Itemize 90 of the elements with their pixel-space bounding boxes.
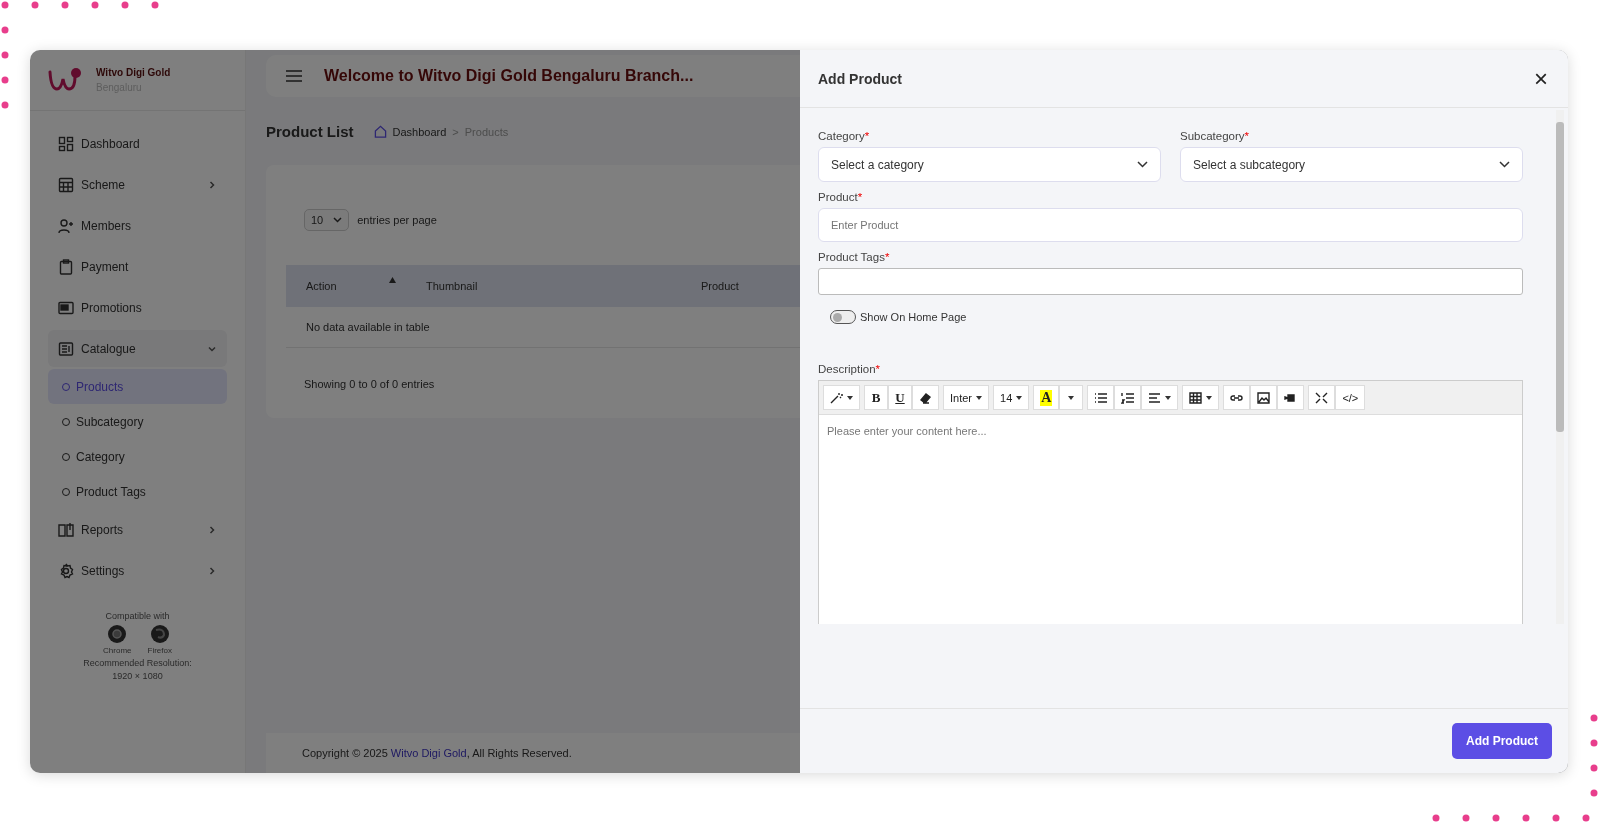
- toolbar-button[interactable]: [1308, 385, 1336, 410]
- product-input[interactable]: Enter Product: [818, 208, 1523, 242]
- fullscreen-icon: [1315, 391, 1329, 404]
- toolbar-button[interactable]: [1250, 385, 1278, 410]
- toolbar-button[interactable]: A: [1033, 385, 1060, 410]
- table-info: Showing 0 to 0 of 0 entries: [303, 377, 436, 390]
- submenu-item[interactable]: Category: [48, 439, 227, 474]
- toolbar-button[interactable]: U: [888, 385, 912, 410]
- menu-group[interactable]: Reports: [48, 509, 227, 550]
- screen-icon: [58, 299, 74, 316]
- chevron-icon: [1499, 161, 1510, 168]
- add-product-button[interactable]: Add Product: [1452, 723, 1552, 759]
- brand-name: Witvo Digi Gold: [96, 67, 171, 78]
- menu-group[interactable]: Settings: [48, 550, 227, 591]
- submenu-item[interactable]: Subcategory: [48, 404, 227, 439]
- grid-icon: [58, 135, 74, 152]
- page-title: Product List: [266, 123, 354, 140]
- ring-logo-icon: [107, 624, 128, 644]
- page-size-label: entries per page: [357, 214, 437, 226]
- breadcrumb-separator: >: [452, 125, 459, 138]
- close-button[interactable]: ×: [1532, 66, 1550, 91]
- toolbar-button[interactable]: Inter: [943, 385, 989, 410]
- ul-icon: [1094, 391, 1108, 404]
- chevron-icon: [207, 524, 217, 535]
- drawer-title: Add Product: [818, 70, 902, 87]
- toolbar-button[interactable]: [1141, 385, 1179, 410]
- toolbar-button[interactable]: </>: [1335, 385, 1366, 410]
- toolbar-button[interactable]: 14: [993, 385, 1030, 410]
- company-link[interactable]: Witvo Digi Gold: [390, 747, 467, 759]
- swirl-logo-icon: [149, 624, 170, 644]
- menu-item[interactable]: Promotions: [48, 287, 227, 328]
- resolution-value: 1920 × 1080: [112, 671, 163, 681]
- ol-icon: [1121, 391, 1135, 404]
- clip-icon: [58, 258, 74, 275]
- welcome-title: Welcome to Witvo Digi Gold Bengaluru Branch...: [324, 67, 694, 85]
- picture-icon: [1257, 391, 1271, 404]
- menu-icon[interactable]: [286, 70, 302, 82]
- toggle-switch[interactable]: [830, 310, 856, 324]
- menu-group[interactable]: Scheme: [48, 164, 227, 205]
- logo-icon: [48, 67, 82, 93]
- menu-item[interactable]: Dashboard: [48, 123, 227, 164]
- chevron-icon: [207, 565, 217, 576]
- editor-placeholder: Please enter your content here...: [827, 425, 987, 437]
- field-label: Product*: [818, 191, 864, 203]
- toolbar-button[interactable]: [912, 385, 939, 410]
- menu-item[interactable]: Members: [48, 205, 227, 246]
- column-header[interactable]: Product: [681, 280, 739, 292]
- toolbar-button[interactable]: [823, 385, 860, 410]
- chevron-icon: [333, 217, 343, 223]
- sort-icon[interactable]: [389, 277, 396, 283]
- column-header[interactable]: Action: [286, 280, 406, 292]
- eraser-icon: [919, 391, 932, 404]
- table-icon: [1189, 391, 1203, 404]
- column-header[interactable]: Thumbnail: [406, 280, 681, 292]
- chevron-icon: [207, 179, 217, 190]
- toolbar-button[interactable]: B: [864, 385, 888, 410]
- field-label: Category*: [818, 130, 871, 142]
- breadcrumb-link[interactable]: Dashboard: [392, 125, 447, 138]
- menu-group[interactable]: Catalogue: [48, 330, 227, 367]
- chevron-icon: [1137, 161, 1148, 168]
- field-label: Description*: [818, 363, 881, 375]
- page-size-select[interactable]: 10: [304, 209, 350, 231]
- resolution-label: Recommended Resolution:: [83, 658, 192, 668]
- empty-table-message: No data available in table: [306, 321, 430, 333]
- toolbar-button[interactable]: [1223, 385, 1251, 410]
- toolbar-button[interactable]: [1277, 385, 1305, 410]
- browser-name: Firefox: [147, 646, 172, 655]
- toolbar-button[interactable]: [1114, 385, 1142, 410]
- video-icon: [1284, 391, 1298, 404]
- browser-name: Chrome: [103, 646, 132, 655]
- toggle-label: Show On Home Page: [860, 311, 967, 323]
- submenu-item[interactable]: Products: [48, 369, 227, 404]
- select-field[interactable]: Select a subcategory: [1180, 147, 1523, 182]
- users-icon: [58, 217, 74, 234]
- select-field[interactable]: Select a category: [818, 147, 1161, 182]
- menu-item[interactable]: Payment: [48, 246, 227, 287]
- compat-heading: Compatible with: [105, 611, 170, 621]
- scrollbar[interactable]: [1556, 110, 1564, 624]
- toolbar-button[interactable]: [1182, 385, 1220, 410]
- settings-icon: [58, 562, 74, 579]
- copyright-text: Copyright © 2025 Witvo Digi Gold, All Rights Reserved.: [302, 747, 572, 759]
- field-label: Subcategory*: [1180, 130, 1251, 142]
- tags-input[interactable]: [818, 268, 1523, 295]
- submenu-item[interactable]: Product Tags: [48, 474, 227, 509]
- editor-content-area[interactable]: Please enter your content here...: [819, 415, 1522, 624]
- field-label: Product Tags*: [818, 251, 891, 263]
- home-icon: [373, 125, 387, 138]
- align-icon: [1148, 391, 1162, 404]
- wand-icon: [830, 391, 843, 404]
- toolbar-button[interactable]: [1087, 385, 1115, 410]
